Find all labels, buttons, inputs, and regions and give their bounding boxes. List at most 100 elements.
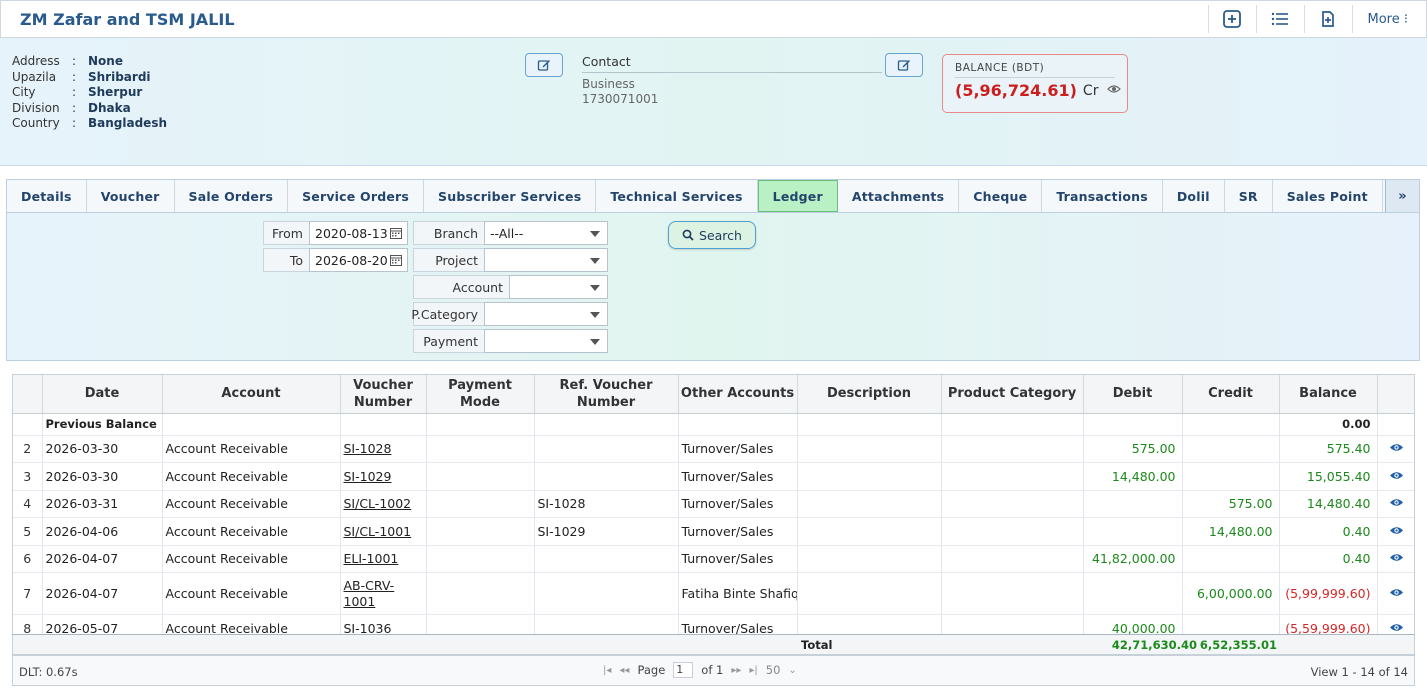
chevron-down-icon[interactable]: ⌄ — [788, 665, 796, 676]
col-other-accounts[interactable]: Other Accounts — [678, 375, 798, 414]
col-balance[interactable]: Balance — [1279, 375, 1378, 414]
page-input[interactable]: 1 — [673, 662, 694, 678]
last-page-button[interactable]: ▸| — [749, 665, 757, 676]
table-row[interactable]: 6 2026-04-07 Account Receivable ELI-1001 Tur… — [13, 545, 1414, 573]
view-row-button[interactable] — [1377, 490, 1414, 518]
table-row[interactable]: 5 2026-04-06 Account Receivable SI/CL-1001 S… — [13, 517, 1414, 546]
document-plus-icon — [1322, 11, 1334, 27]
tab-details[interactable]: Details — [7, 180, 87, 212]
to-date-input[interactable]: 2026-08-20 — [309, 248, 408, 272]
col-account[interactable]: Account — [162, 375, 341, 414]
row-ref-voucher — [534, 572, 679, 615]
from-label: From — [263, 221, 310, 245]
row-voucher-link[interactable]: ELI-1001 — [344, 551, 399, 566]
col-date[interactable]: Date — [42, 375, 163, 414]
branch-select[interactable]: --All-- — [484, 221, 608, 245]
tab-sale-orders[interactable]: Sale Orders — [175, 180, 289, 212]
col-index — [13, 375, 43, 414]
col-payment-mode[interactable]: Payment Mode — [426, 375, 535, 414]
tab-sales-point[interactable]: Sales Point — [1273, 180, 1383, 212]
grid-footer: DLT: 0.67s |◂ ◂◂ Page 1 of 1 ▸▸ ▸| 50 ⌄ … — [12, 656, 1415, 686]
col-debit[interactable]: Debit — [1083, 375, 1183, 414]
row-credit: 14,480.00 — [1182, 517, 1280, 546]
tab-scroll-next-button[interactable]: » — [1385, 180, 1419, 212]
table-header: Date Account Voucher Number Payment Mode… — [13, 375, 1414, 414]
row-date: 2026-03-31 — [42, 490, 163, 518]
total-row: Total 42,71,630.40 6,52,355.01 — [12, 634, 1415, 655]
tab-attachments[interactable]: Attachments — [838, 180, 960, 212]
table-row[interactable]: 2 2026-03-30 Account Receivable SI-1028 Turn… — [13, 435, 1414, 463]
tab-bar: Details Voucher Sale Orders Service Orde… — [6, 179, 1420, 213]
tab-dolil[interactable]: Dolil — [1163, 180, 1225, 212]
contact-type: Business — [582, 77, 635, 91]
next-page-button[interactable]: ▸▸ — [731, 665, 741, 676]
page-count: of 1 — [701, 663, 724, 677]
prev-page-button[interactable]: ◂◂ — [619, 665, 629, 676]
table-row[interactable]: 4 2026-03-31 Account Receivable SI/CL-1002 S… — [13, 490, 1414, 518]
view-row-button[interactable] — [1377, 517, 1414, 546]
first-page-button[interactable]: |◂ — [603, 665, 611, 676]
account-select[interactable] — [509, 275, 608, 299]
country-row: Country: Bangladesh — [12, 116, 168, 130]
col-description[interactable]: Description — [797, 375, 942, 414]
row-debit: 41,82,000.00 — [1083, 545, 1183, 573]
tab-sr[interactable]: SR — [1225, 180, 1273, 212]
edit-address-button[interactable] — [525, 53, 563, 77]
row-voucher-link[interactable]: SI-1029 — [344, 469, 392, 484]
row-voucher-link[interactable]: SI-1028 — [344, 441, 392, 456]
calendar-icon[interactable] — [390, 254, 402, 266]
edit-contact-button[interactable] — [885, 53, 923, 77]
eye-icon — [1390, 472, 1403, 479]
tab-transactions[interactable]: Transactions — [1042, 180, 1163, 212]
add-button[interactable] — [1207, 5, 1256, 33]
view-row-button[interactable] — [1377, 435, 1414, 463]
row-product-category — [941, 517, 1084, 546]
row-ref-voucher: SI-1029 — [534, 517, 679, 546]
view-row-button[interactable] — [1377, 545, 1414, 573]
table-row[interactable]: 3 2026-03-30 Account Receivable SI-1029 Turn… — [13, 462, 1414, 491]
tab-cheque[interactable]: Cheque — [959, 180, 1043, 212]
table-row[interactable]: 7 2026-04-07 Account Receivable AB-CRV-1001… — [13, 572, 1414, 615]
row-balance: 14,480.40 — [1279, 490, 1378, 518]
add-document-button[interactable] — [1303, 5, 1352, 33]
show-balance-button[interactable] — [1107, 83, 1122, 98]
search-button[interactable]: Search — [668, 221, 756, 249]
pcategory-select[interactable] — [484, 302, 608, 326]
previous-balance-label: Previous Balance — [42, 413, 163, 436]
row-balance: 0.40 — [1279, 545, 1378, 573]
contact-label: Contact — [582, 54, 882, 73]
from-date-input[interactable]: 2020-08-13 — [309, 221, 408, 245]
row-description — [797, 517, 942, 546]
calendar-icon[interactable] — [390, 227, 402, 239]
tab-technical-services[interactable]: Technical Services — [596, 180, 758, 212]
address-row: Address: None — [12, 54, 123, 68]
tab-voucher[interactable]: Voucher — [87, 180, 175, 212]
row-payment-mode — [426, 545, 535, 573]
project-select[interactable] — [484, 248, 608, 272]
payment-select[interactable] — [484, 329, 608, 353]
row-date: 2026-04-07 — [42, 545, 163, 573]
row-balance: 0.40 — [1279, 517, 1378, 546]
row-index: 3 — [13, 462, 43, 491]
row-voucher-link[interactable]: AB-CRV-1001 — [344, 578, 395, 609]
view-row-button[interactable] — [1377, 462, 1414, 491]
tab-service-orders[interactable]: Service Orders — [288, 180, 425, 212]
eye-icon — [1390, 589, 1403, 596]
col-product-category[interactable]: Product Category — [941, 375, 1084, 414]
row-index: 2 — [13, 435, 43, 463]
col-credit[interactable]: Credit — [1182, 375, 1280, 414]
col-voucher-number[interactable]: Voucher Number — [340, 375, 427, 414]
row-description — [797, 572, 942, 615]
list-button[interactable] — [1255, 5, 1304, 33]
search-label: Search — [699, 227, 742, 243]
col-ref-voucher[interactable]: Ref. Voucher Number — [534, 375, 679, 414]
previous-balance-row: Previous Balance 0.00 — [13, 413, 1414, 436]
eye-icon — [1390, 527, 1403, 534]
row-voucher-link[interactable]: SI/CL-1002 — [344, 496, 412, 511]
tab-ledger[interactable]: Ledger — [757, 180, 838, 212]
tab-subscriber-services[interactable]: Subscriber Services — [424, 180, 597, 212]
more-menu[interactable]: More ⁝ — [1351, 5, 1427, 33]
view-row-button[interactable] — [1377, 572, 1414, 615]
page-size-select[interactable]: 50 — [766, 663, 781, 677]
row-voucher-link[interactable]: SI/CL-1001 — [344, 524, 412, 539]
